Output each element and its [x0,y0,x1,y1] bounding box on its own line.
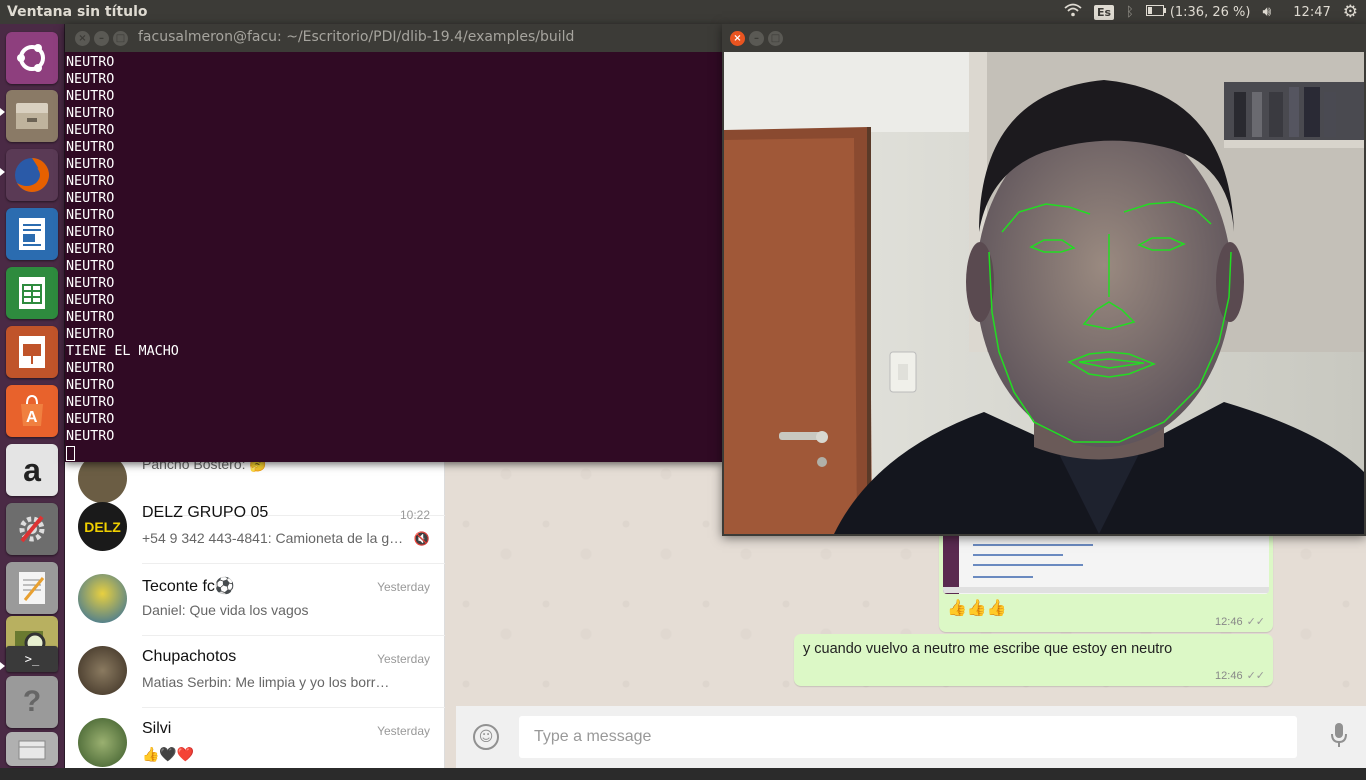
chat-time: Yesterday [377,580,430,594]
avatar: DELZ [78,502,127,551]
indicators: Es ᛒ (1:36, 26 %) 🔊︎ 12:47 ⚙ [1064,0,1366,24]
active-window-title: Ventana sin título [7,4,148,20]
face-window-titlebar[interactable]: × – □ [722,24,1366,52]
terminal-line: NEUTRO [66,276,115,291]
writer-icon[interactable] [6,208,58,260]
chat-name: Teconte fc⚽ [142,578,235,595]
terminal-line: TIENE EL MACHO [66,344,179,359]
volume-icon[interactable]: 🔊︎ [1262,4,1271,20]
terminal-line: NEUTRO [66,395,115,410]
keyboard-layout-indicator[interactable]: Es [1093,4,1114,20]
avatar [78,718,127,767]
terminal-titlebar[interactable]: × – □ facusalmeron@facu: ~/Escritorio/PD… [65,24,722,52]
wifi-icon[interactable] [1064,3,1082,21]
battery-indicator[interactable]: (1:36, 26 %) [1145,4,1251,20]
battery-icon [1145,4,1166,20]
avatar [78,574,127,623]
text-editor-icon[interactable] [6,562,58,614]
message-meta: 12:46 ✓✓ [1215,669,1265,682]
chat-time: Yesterday [377,724,430,738]
terminal-line: NEUTRO [66,429,115,444]
chat-preview: Daniel: Que vida los vagos [142,602,309,618]
close-button[interactable]: × [730,30,745,46]
terminal-line: NEUTRO [66,157,115,172]
terminal-line: NEUTRO [66,140,115,155]
message-time: 12:46 [1215,670,1243,682]
chat-preview: 👍🖤❤️ [142,746,195,762]
chat-name: Silvi [142,720,172,737]
svg-text:A: A [26,409,38,426]
muted-icon: 🔇 [413,532,430,547]
webcam-image [724,52,1364,534]
chat-preview: Matias Serbin: Me limpia y yo los borr… [142,674,390,690]
terminal-line: NEUTRO [66,259,115,274]
trash-icon[interactable] [6,732,58,766]
help-icon[interactable]: ? [6,676,58,728]
maximize-button[interactable]: □ [113,30,128,46]
terminal-line: NEUTRO [66,361,115,376]
terminal-icon[interactable]: >_ [6,646,58,672]
calc-icon[interactable] [6,267,58,319]
firefox-icon[interactable] [6,149,58,201]
face-detection-window[interactable]: × – □ [722,24,1366,536]
read-ticks-icon: ✓✓ [1246,670,1265,682]
gear-icon[interactable]: ⚙ [1343,2,1358,22]
chat-row[interactable]: DELZ DELZ GRUPO 05 10:22 +54 9 342 443-4… [65,492,445,564]
avatar [78,646,127,695]
launcher: A a >_ ? [0,24,65,768]
message-time: 12:46 [1215,616,1243,628]
terminal-line: NEUTRO [66,55,115,70]
bluetooth-icon[interactable]: ᛒ [1126,5,1134,20]
chat-name: Chupachotos [142,648,237,665]
terminal-line: NEUTRO [66,123,115,138]
terminal-window[interactable]: × – □ facusalmeron@facu: ~/Escritorio/PD… [65,24,722,462]
terminal-cursor [66,446,75,461]
files-icon[interactable] [6,90,58,142]
terminal-line: NEUTRO [66,72,115,87]
battery-text: (1:36, 26 %) [1169,4,1251,20]
chat-row[interactable]: Chupachotos Yesterday Matias Serbin: Me … [65,636,445,708]
chat-row[interactable]: Teconte fc⚽ Yesterday Daniel: Que vida l… [65,564,445,636]
message-text: 👍👍👍 [947,600,1007,617]
terminal-line: NEUTRO [66,310,115,325]
terminal-line: NEUTRO [66,293,115,308]
terminal-line: NEUTRO [66,89,115,104]
microphone-icon[interactable] [1330,722,1348,754]
software-center-icon[interactable]: A [6,385,58,437]
terminal-line: NEUTRO [66,106,115,121]
terminal-title: facusalmeron@facu: ~/Escritorio/PDI/dlib… [138,29,575,45]
top-panel: Ventana sin título Es ᛒ (1:36, 26 %) 🔊︎ … [0,0,1366,24]
emoji-icon[interactable]: ☺ [473,724,499,750]
chat-name: DELZ GRUPO 05 [142,504,269,521]
minimize-button[interactable]: – [749,30,764,46]
text-message[interactable]: y cuando vuelvo a neutro me escribe que … [794,634,1273,686]
chat-preview: +54 9 342 443-4841: Camioneta de la guar… [142,530,407,546]
terminal-line: NEUTRO [66,242,115,257]
maximize-button[interactable]: □ [768,30,783,46]
system-settings-icon[interactable] [6,503,58,555]
message-input[interactable]: Type a message [519,716,1297,758]
impress-icon[interactable] [6,326,58,378]
read-ticks-icon: ✓✓ [1246,616,1265,628]
terminal-line: NEUTRO [66,208,115,223]
terminal-line: NEUTRO [66,327,115,342]
chat-time: 10:22 [399,508,430,522]
minimize-button[interactable]: – [94,30,109,46]
terminal-line: NEUTRO [66,378,115,393]
terminal-output[interactable]: NEUTRO NEUTRO NEUTRO NEUTRO NEUTRO NEUTR… [65,52,722,468]
close-button[interactable]: × [75,30,90,46]
terminal-line: NEUTRO [66,191,115,206]
terminal-line: NEUTRO [66,225,115,240]
chat-time: Yesterday [377,652,430,666]
message-meta: 12:46 ✓✓ [1215,615,1265,628]
ubuntu-dash-icon[interactable] [6,32,58,84]
compose-bar: ☺ Type a message [456,706,1366,768]
amazon-icon[interactable]: a [6,444,58,496]
chat-row[interactable]: Silvi Yesterday 👍🖤❤️ [65,708,445,780]
terminal-line: NEUTRO [66,412,115,427]
webcam-frame [724,52,1364,534]
clock[interactable]: 12:47 [1293,5,1330,20]
terminal-line: NEUTRO [66,174,115,189]
message-text: y cuando vuelvo a neutro me escribe que … [803,641,1173,657]
